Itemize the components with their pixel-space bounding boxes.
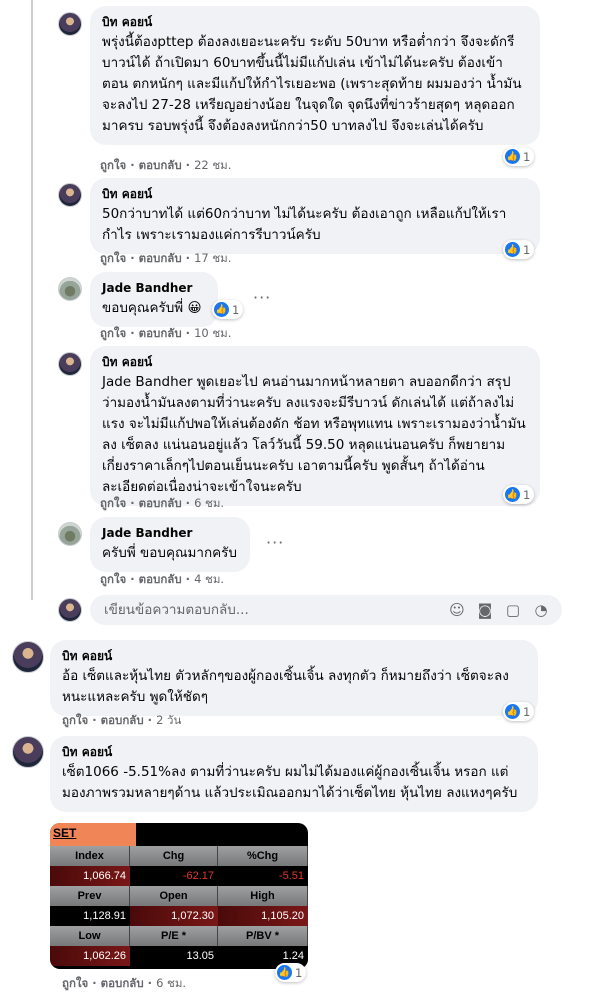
thumbs-up-icon: 👍 xyxy=(505,704,520,719)
timestamp[interactable]: 2 วัน xyxy=(156,713,181,727)
thumbs-up-icon: 👍 xyxy=(277,965,292,980)
avatar[interactable] xyxy=(58,352,82,376)
reply-link[interactable]: ตอบกลับ xyxy=(101,976,144,990)
comment-bubble: บิท คอยน์ พรุ่งนี้ต้องpttep ต้องลงเยอะนะ… xyxy=(90,6,540,145)
set-title: SET xyxy=(50,823,136,846)
comment-actions: ถูกใจ · ตอบกลับ · 17 ชม. xyxy=(100,251,232,265)
set-index-image[interactable]: SET Index Chg %Chg 1,066.74 -62.17 -5.51… xyxy=(50,823,308,969)
avatar[interactable] xyxy=(58,12,82,36)
reply-link[interactable]: ตอบกลับ xyxy=(101,713,144,727)
reaction-count[interactable]: 👍 1 xyxy=(503,147,535,166)
reaction-count[interactable]: 👍 1 xyxy=(275,963,307,982)
table-cell: 13.05 xyxy=(130,946,218,966)
reply-link[interactable]: ตอบกลับ xyxy=(139,326,182,340)
table-header: Open xyxy=(130,886,219,906)
current-user-avatar[interactable] xyxy=(58,598,82,622)
reaction-count[interactable]: 👍 1 xyxy=(503,485,535,504)
comment-actions: ถูกใจ · ตอบกลับ · 10 ชม. xyxy=(100,326,232,340)
table-cell: 1,066.74 xyxy=(50,866,130,886)
thread-line xyxy=(31,0,33,600)
table-header: P/BV * xyxy=(218,926,308,946)
reply-link[interactable]: ตอบกลับ xyxy=(139,496,182,510)
table-header: Index xyxy=(50,846,131,866)
comment-actions: ถูกใจ · ตอบกลับ · 6 ชม. xyxy=(62,976,187,990)
more-options-icon[interactable]: ··· xyxy=(266,533,284,552)
avatar[interactable] xyxy=(58,277,82,301)
like-link[interactable]: ถูกใจ xyxy=(100,572,126,586)
emoji-icon[interactable]: ☺ xyxy=(448,601,466,619)
comment-actions: ถูกใจ · ตอบกลับ · 6 ชม. xyxy=(100,496,225,510)
avatar[interactable] xyxy=(58,522,82,546)
thumbs-up-icon: 👍 xyxy=(505,242,520,257)
reply-link[interactable]: ตอบกลับ xyxy=(139,251,182,265)
comment-text: ขอบคุณครับพี่ 😀 xyxy=(102,300,202,316)
comment-actions: ถูกใจ · ตอบกลับ · 4 ชม. xyxy=(100,572,225,586)
comment-author[interactable]: บิท คอยน์ xyxy=(102,354,528,370)
comment-bubble: Jade Bandher ครับพี่ ขอบคุณมากครับ xyxy=(90,517,250,572)
reply-link[interactable]: ตอบกลับ xyxy=(139,158,182,172)
avatar[interactable] xyxy=(58,183,82,207)
comment-author[interactable]: บิท คอยน์ xyxy=(102,186,528,202)
like-link[interactable]: ถูกใจ xyxy=(62,976,88,990)
thumbs-up-icon: 👍 xyxy=(505,487,520,502)
reply-link[interactable]: ตอบกลับ xyxy=(139,572,182,586)
comment-text: พรุ่งนี้ต้องpttep ต้องลงเยอะนะครับ ระดับ… xyxy=(102,34,522,134)
reaction-count[interactable]: 👍 1 xyxy=(212,300,244,319)
timestamp[interactable]: 4 ชม. xyxy=(194,572,224,586)
table-cell: -62.17 xyxy=(130,866,218,886)
like-link[interactable]: ถูกใจ xyxy=(100,158,126,172)
avatar[interactable] xyxy=(12,736,44,768)
comment-text: ครับพี่ ขอบคุณมากครับ xyxy=(102,545,238,561)
reaction-count[interactable]: 👍 1 xyxy=(503,702,535,721)
comment-author[interactable]: Jade Bandher xyxy=(102,280,206,296)
like-link[interactable]: ถูกใจ xyxy=(100,326,126,340)
reply-tools: ☺ ◙ ▢ ◔ xyxy=(448,601,550,619)
table-header: Prev xyxy=(50,886,131,906)
table-header: Low xyxy=(50,926,131,946)
comment-actions: ถูกใจ · ตอบกลับ · 22 ชม. xyxy=(100,158,232,172)
comment-author[interactable]: บิท คอยน์ xyxy=(102,14,528,30)
table-header: %Chg xyxy=(218,846,308,866)
comment-bubble: บิท คอยน์ เซ็ต1066 -5.51%ลง ตามที่ว่านะค… xyxy=(50,736,538,812)
comment-text: เซ็ต1066 -5.51%ลง ตามที่ว่านะครับ ผมไม่ไ… xyxy=(62,764,518,801)
comment-author[interactable]: บิท คอยน์ xyxy=(62,744,526,760)
comment-text: 50กว่าบาทได้ แต่60กว่าบาท ไม่ได้นะครับ ต… xyxy=(102,206,507,243)
reply-box: ☺ ◙ ▢ ◔ xyxy=(90,595,562,625)
timestamp[interactable]: 17 ชม. xyxy=(194,251,231,265)
comment-bubble: บิท คอยน์ 50กว่าบาทได้ แต่60กว่าบาท ไม่ไ… xyxy=(90,178,540,254)
thumbs-up-icon: 👍 xyxy=(214,302,229,317)
reply-input[interactable] xyxy=(102,601,448,619)
comment-author[interactable]: บิท คอยน์ xyxy=(62,648,526,664)
table-cell: 1,072.30 xyxy=(130,906,218,926)
timestamp[interactable]: 6 ชม. xyxy=(194,496,224,510)
like-link[interactable]: ถูกใจ xyxy=(62,713,88,727)
table-header: High xyxy=(218,886,308,906)
like-link[interactable]: ถูกใจ xyxy=(100,251,126,265)
table-cell: 1,128.91 xyxy=(50,906,130,926)
timestamp[interactable]: 10 ชม. xyxy=(194,326,231,340)
comment-bubble: บิท คอยน์ อ้อ เซ็ตและหุ้นไทย ตัวหลักๆของ… xyxy=(50,640,538,716)
table-header: Chg xyxy=(130,846,219,866)
like-link[interactable]: ถูกใจ xyxy=(100,496,126,510)
sticker-icon[interactable]: ◔ xyxy=(532,601,550,619)
comment-author[interactable]: Jade Bandher xyxy=(102,525,238,541)
timestamp[interactable]: 22 ชม. xyxy=(194,158,231,172)
comment-bubble: บิท คอยน์ Jade Bandher พูดเยอะไป คนอ่านม… xyxy=(90,346,540,506)
camera-icon[interactable]: ◙ xyxy=(476,601,494,619)
thumbs-up-icon: 👍 xyxy=(505,149,520,164)
table-cell: 1,105.20 xyxy=(218,906,308,926)
reaction-count[interactable]: 👍 1 xyxy=(503,240,535,259)
comment-text: อ้อ เซ็ตและหุ้นไทย ตัวหลักๆของผู้กองเซิ้… xyxy=(62,668,509,705)
table-header: P/E * xyxy=(130,926,219,946)
timestamp[interactable]: 6 ชม. xyxy=(156,976,186,990)
gif-icon[interactable]: ▢ xyxy=(504,601,522,619)
comment-bubble: Jade Bandher ขอบคุณครับพี่ 😀 xyxy=(90,272,218,327)
comment-actions: ถูกใจ · ตอบกลับ · 2 วัน xyxy=(62,713,182,727)
avatar[interactable] xyxy=(12,641,44,673)
more-options-icon[interactable]: ··· xyxy=(253,288,271,307)
comment-text: Jade Bandher พูดเยอะไป คนอ่านมากหน้าหลาย… xyxy=(102,374,526,495)
table-cell: 1,062.26 xyxy=(50,946,130,966)
table-cell: -5.51 xyxy=(218,866,308,886)
